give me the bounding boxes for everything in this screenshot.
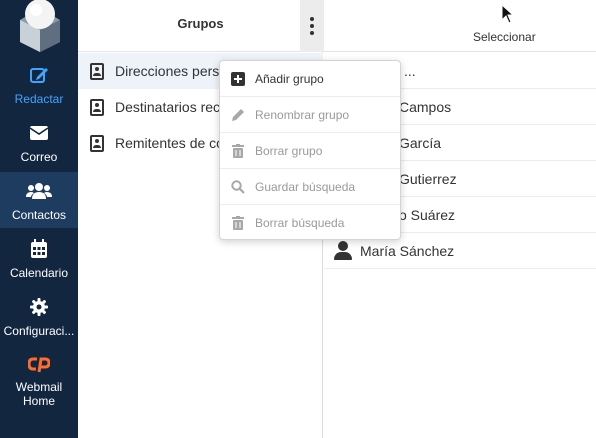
contact-name: Gutierrez [399, 170, 457, 187]
calendar-icon [30, 238, 48, 260]
trash-icon [230, 143, 246, 159]
menu-delete-search-label: Borrar búsqueda [255, 216, 345, 230]
dot-icon [310, 17, 314, 21]
dot-icon [310, 31, 314, 35]
contacts-header: Seleccionar [324, 0, 596, 52]
nav-webmail-home-label: Webmail Home [15, 380, 63, 406]
groups-header: Grupos [78, 0, 324, 52]
nav-webmail-home[interactable]: Webmail Home [0, 346, 78, 406]
nav-calendar[interactable]: Calendario [0, 230, 78, 286]
menu-rename-group[interactable]: Renombrar grupo [220, 97, 400, 133]
nav-calendar-label: Calendario [9, 266, 69, 280]
menu-delete-group[interactable]: Borrar grupo [220, 133, 400, 169]
menu-add-group-label: Añadir grupo [255, 71, 324, 86]
users-icon [26, 180, 52, 202]
pencil-icon [230, 107, 246, 123]
menu-add-group[interactable]: Añadir grupo [220, 61, 400, 97]
address-book-icon [90, 62, 104, 80]
nav-compose[interactable]: Redactar [0, 56, 78, 112]
contact-name: Campos [399, 98, 452, 115]
contact-name: García [399, 134, 442, 151]
contact-name: o Suárez [399, 206, 456, 223]
groups-title: Grupos [177, 16, 224, 31]
search-icon [230, 179, 246, 195]
plus-square-icon [230, 71, 246, 87]
nav-mail[interactable]: Correo [0, 114, 78, 170]
dot-icon [310, 24, 314, 28]
groups-options-button[interactable] [300, 0, 324, 52]
mouse-pointer-icon [501, 3, 515, 29]
menu-save-search-label: Guardar búsqueda [255, 179, 356, 194]
contact-name: María Sánchez [360, 242, 455, 259]
nav-settings-label: Configuraci... [3, 324, 75, 338]
contact-name: ... [404, 62, 416, 79]
nav-contacts-label: Contactos [11, 208, 67, 222]
nav-mail-label: Correo [20, 150, 58, 164]
nav-contacts[interactable]: Contactos [0, 172, 78, 228]
address-book-icon [90, 98, 104, 116]
nav-compose-label: Redactar [14, 92, 64, 106]
menu-delete-search[interactable]: Borrar búsqueda [220, 205, 400, 241]
cpanel-icon [28, 354, 50, 374]
sidebar: Redactar Correo Contactos Calendario Con… [0, 0, 78, 438]
trash-icon [230, 215, 246, 231]
groups-options-menu: Añadir grupo Renombrar grupo Borrar grup… [219, 60, 401, 240]
compose-icon [29, 64, 49, 86]
roundcube-logo[interactable] [14, 0, 66, 52]
envelope-icon [29, 122, 49, 144]
menu-save-search[interactable]: Guardar búsqueda [220, 169, 400, 205]
person-icon [334, 240, 352, 261]
gear-icon [30, 296, 48, 318]
address-book-icon [90, 134, 104, 152]
nav-settings[interactable]: Configuraci... [0, 288, 78, 344]
select-button[interactable]: Seleccionar [473, 30, 536, 44]
menu-delete-group-label: Borrar grupo [255, 143, 323, 158]
menu-rename-group-label: Renombrar grupo [255, 107, 350, 122]
